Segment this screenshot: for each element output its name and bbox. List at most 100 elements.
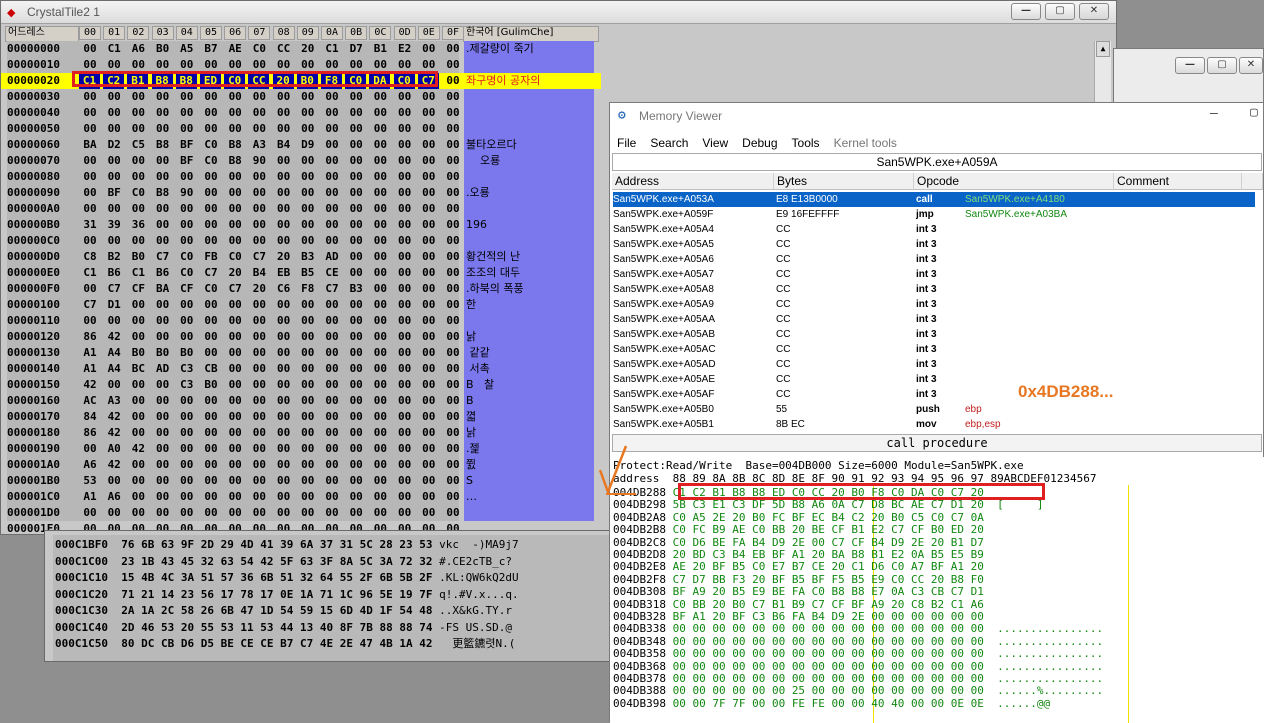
byte-cell[interactable]: 00	[200, 201, 222, 217]
byte-cell[interactable]: 00	[345, 489, 367, 505]
byte-cell[interactable]: 00	[418, 441, 440, 457]
byte-col-header[interactable]: 0F	[442, 26, 464, 40]
disasm-row[interactable]: San5WPK.exe+A05AE CC int 3	[613, 372, 1255, 387]
byte-cell[interactable]: 00	[79, 89, 101, 105]
byte-cell[interactable]: 00	[442, 425, 464, 441]
close-button[interactable]: ✕	[1079, 3, 1109, 20]
byte-cell[interactable]: 00	[321, 297, 343, 313]
byte-cell[interactable]: 00	[321, 89, 343, 105]
byte-cell[interactable]: 00	[442, 505, 464, 521]
byte-cell[interactable]: 00	[369, 265, 391, 281]
hex2-row[interactable]: 000C1C10 15 4B 4C 3A 51 57 36 6B 51 32 6…	[55, 570, 519, 586]
byte-cell[interactable]: B8	[152, 137, 174, 153]
byte-cell[interactable]: 00	[200, 185, 222, 201]
byte-cell[interactable]: 00	[273, 409, 295, 425]
byte-cell[interactable]: CE	[321, 265, 343, 281]
hex2-row[interactable]: 000C1C50 80 DC CB D6 D5 BE CE CE B7 C7 4…	[55, 636, 515, 652]
byte-cell[interactable]: 00	[248, 505, 270, 521]
byte-cell[interactable]: B0	[127, 249, 149, 265]
byte-cell[interactable]: 00	[442, 201, 464, 217]
byte-cell[interactable]: BA	[152, 281, 174, 297]
byte-cell[interactable]: 00	[345, 345, 367, 361]
byte-cell[interactable]: 00	[442, 489, 464, 505]
menu-file[interactable]: File	[617, 136, 636, 150]
byte-cell[interactable]: 00	[394, 505, 416, 521]
byte-cell[interactable]: 00	[345, 409, 367, 425]
byte-cell[interactable]: 00	[369, 457, 391, 473]
byte-cell[interactable]: C6	[273, 281, 295, 297]
byte-cell[interactable]: 00	[418, 505, 440, 521]
byte-cell[interactable]: CB	[200, 361, 222, 377]
byte-cell[interactable]: 00	[345, 233, 367, 249]
byte-cell[interactable]: 53	[79, 473, 101, 489]
byte-cell[interactable]: C0	[224, 249, 246, 265]
byte-cell[interactable]: BA	[79, 137, 101, 153]
byte-cell[interactable]: C0	[176, 249, 198, 265]
byte-cell[interactable]: 00	[369, 169, 391, 185]
dump-row[interactable]: 004DB388 00 00 00 00 00 00 25 00 00 00 0…	[613, 685, 1103, 697]
byte-cell[interactable]: B0	[200, 377, 222, 393]
dump-row[interactable]: 004DB328 BF A1 20 BF C3 B6 FA B4 D9 2E 0…	[613, 611, 997, 623]
byte-cell[interactable]: 00	[442, 281, 464, 297]
byte-cell[interactable]: 00	[442, 457, 464, 473]
byte-cell[interactable]: 00	[418, 105, 440, 121]
byte-cell[interactable]: 00	[152, 441, 174, 457]
scroll-up-icon[interactable]: ▲	[1096, 41, 1110, 57]
byte-cell[interactable]: 00	[248, 121, 270, 137]
disasm-row[interactable]: San5WPK.exe+A05A6 CC int 3	[613, 252, 1255, 267]
byte-cell[interactable]: 00	[442, 473, 464, 489]
byte-cell[interactable]: 00	[321, 185, 343, 201]
byte-cell[interactable]: 00	[418, 489, 440, 505]
byte-cell[interactable]: 00	[273, 361, 295, 377]
byte-cell[interactable]: C7	[321, 281, 343, 297]
byte-cell[interactable]: 42	[127, 441, 149, 457]
byte-cell[interactable]: 00	[442, 265, 464, 281]
byte-cell[interactable]: 00	[297, 393, 319, 409]
byte-cell[interactable]: C1	[127, 265, 149, 281]
byte-cell[interactable]: 00	[369, 297, 391, 313]
byte-cell[interactable]: AD	[321, 249, 343, 265]
byte-cell[interactable]: E2	[394, 41, 416, 57]
byte-cell[interactable]: 00	[152, 105, 174, 121]
byte-cell[interactable]: D9	[297, 137, 319, 153]
byte-cell[interactable]: 00	[248, 233, 270, 249]
byte-cell[interactable]: A6	[79, 457, 101, 473]
byte-cell[interactable]: 00	[127, 233, 149, 249]
byte-cell[interactable]: 00	[345, 329, 367, 345]
byte-cell[interactable]: 00	[79, 313, 101, 329]
byte-cell[interactable]: 00	[273, 169, 295, 185]
byte-cell[interactable]: 00	[321, 409, 343, 425]
byte-cell[interactable]: 00	[418, 249, 440, 265]
col-opcode[interactable]: Opcode	[914, 173, 1114, 190]
byte-cell[interactable]: 00	[176, 217, 198, 233]
byte-cell[interactable]: 00	[200, 105, 222, 121]
byte-col-header[interactable]: 06	[224, 26, 247, 40]
byte-cell[interactable]: 00	[200, 345, 222, 361]
col-comment[interactable]: Comment	[1114, 173, 1242, 190]
byte-cell[interactable]: 00	[321, 169, 343, 185]
disasm-row[interactable]: San5WPK.exe+A05A7 CC int 3	[613, 267, 1255, 282]
byte-cell[interactable]: 00	[224, 489, 246, 505]
byte-cell[interactable]: 00	[200, 313, 222, 329]
byte-cell[interactable]: 00	[224, 121, 246, 137]
hex2-row[interactable]: 000C1C00 23 1B 43 45 32 63 54 42 5F 63 3…	[55, 554, 512, 570]
byte-cell[interactable]: 00	[418, 457, 440, 473]
byte-cell[interactable]: 00	[224, 185, 246, 201]
byte-cell[interactable]: 00	[418, 409, 440, 425]
byte-cell[interactable]: 00	[273, 297, 295, 313]
byte-cell[interactable]: 00	[152, 153, 174, 169]
byte-cell[interactable]: 00	[321, 505, 343, 521]
mv-titlebar[interactable]: ⚙ Memory Viewer — ▢	[610, 103, 1263, 129]
byte-cell[interactable]: 00	[103, 201, 125, 217]
byte-cell[interactable]: F8	[297, 281, 319, 297]
byte-cell[interactable]: 00	[248, 393, 270, 409]
byte-cell[interactable]: 00	[200, 473, 222, 489]
byte-cell[interactable]: 00	[224, 505, 246, 521]
byte-cell[interactable]: 00	[442, 89, 464, 105]
byte-cell[interactable]: 00	[224, 473, 246, 489]
menu-debug[interactable]: Debug	[742, 136, 777, 150]
byte-cell[interactable]: AC	[79, 393, 101, 409]
byte-cell[interactable]: 00	[369, 249, 391, 265]
byte-cell[interactable]: 00	[273, 89, 295, 105]
byte-cell[interactable]: 00	[176, 425, 198, 441]
